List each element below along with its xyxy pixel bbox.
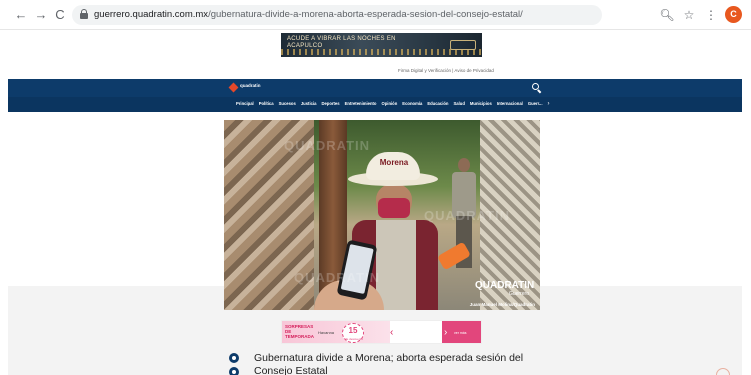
- nav-item-economia[interactable]: Economía: [402, 100, 422, 108]
- nav-item-principal[interactable]: Principal: [236, 100, 254, 108]
- site-header: quadratin: [8, 79, 742, 97]
- discount-label: de descuento: [344, 337, 363, 341]
- nav-item-guerrero[interactable]: Guerr...: [528, 100, 543, 108]
- nav-list: Principal Política Sucesos Justicia Depo…: [236, 100, 550, 108]
- nav-item-entretenimiento[interactable]: Entretenimiento: [345, 100, 377, 108]
- address-bar[interactable]: guerrero.quadratin.com.mx/gubernatura-di…: [72, 5, 602, 25]
- nav-item-educacion[interactable]: Educación: [427, 100, 448, 108]
- ad-logo: [450, 40, 476, 50]
- more-icon[interactable]: ⋮: [702, 6, 720, 24]
- photo-credit: Juan Manuel Molina/Quadratin: [469, 302, 535, 307]
- watermark: QUADRATIN: [294, 270, 381, 285]
- watermark: QUADRATIN: [424, 208, 511, 223]
- nav-item-opinion[interactable]: Opinión: [381, 100, 397, 108]
- watermark: QUADRATIN: [284, 138, 371, 153]
- lock-icon: [80, 9, 88, 19]
- nav-item-justicia[interactable]: Justicia: [301, 100, 317, 108]
- nav-item-salud[interactable]: Salud: [454, 100, 465, 108]
- scroll-top-icon[interactable]: [716, 368, 730, 375]
- face-mask: [378, 198, 410, 218]
- nav-item-internacional[interactable]: Internacional: [497, 100, 523, 108]
- url-text[interactable]: guerrero.quadratin.com.mx/gubernatura-di…: [94, 8, 523, 22]
- nav-item-politica[interactable]: Política: [259, 100, 274, 108]
- nav-item-deportes[interactable]: Deportes: [321, 100, 339, 108]
- profile-avatar[interactable]: C: [725, 6, 742, 23]
- site-topline[interactable]: Firma Digital y Verificación | Aviso de …: [398, 68, 494, 73]
- share-twitter-icon[interactable]: [229, 367, 239, 375]
- browser-toolbar: ← → C guerrero.quadratin.com.mx/gubernat…: [0, 0, 751, 30]
- site-search-icon[interactable]: [532, 83, 542, 94]
- photo-brand-sub: Guerrero: [508, 291, 529, 297]
- hat-text: Morena: [379, 158, 409, 167]
- share-facebook-icon[interactable]: [229, 353, 239, 363]
- nav-more-chevron-icon[interactable]: ›: [548, 100, 550, 108]
- logo-mark-icon: [228, 82, 239, 93]
- top-banner-ad[interactable]: ACUDE A VIBRAR LAS NOCHES EN ACAPULCO: [281, 33, 482, 57]
- logo-text: quadratin: [240, 83, 261, 88]
- photo-brand: QUADRATIN Guerrero: [475, 280, 537, 298]
- url-path: /gubernatura-divide-a-morena-aborta-espe…: [208, 9, 523, 20]
- ad-brand: Havanna: [318, 330, 335, 335]
- forward-button[interactable]: →: [32, 6, 50, 24]
- ad-next-arrow-icon[interactable]: ›: [444, 327, 447, 338]
- photo-brand-title: QUADRATIN: [475, 280, 535, 291]
- article-headline: Gubernatura divide a Morena; aborta espe…: [254, 352, 524, 375]
- top-ad-text: ACUDE A VIBRAR LAS NOCHES EN ACAPULCO: [287, 36, 396, 49]
- star-icon[interactable]: ☆: [680, 6, 698, 24]
- nav-item-sucesos[interactable]: Sucesos: [279, 100, 296, 108]
- ad-prev-arrow-icon[interactable]: ‹: [390, 327, 393, 338]
- url-domain: guerrero.quadratin.com.mx: [94, 9, 209, 20]
- article-hero-image[interactable]: Morena QUADRATIN QUADRATIN QUADRATIN QUA…: [224, 120, 540, 310]
- nav-item-municipios[interactable]: Municipios: [470, 100, 492, 108]
- bottom-banner-ad[interactable]: SORPRESAS DE TEMPORADA Havanna 15 de des…: [281, 320, 482, 344]
- back-button[interactable]: ←: [12, 6, 30, 24]
- search-icon[interactable]: 🔍︎: [658, 6, 676, 24]
- ad-right-label: ver más: [454, 331, 467, 335]
- main-nav: Principal Política Sucesos Justicia Depo…: [8, 97, 742, 112]
- reload-button[interactable]: C: [51, 6, 69, 24]
- site-logo[interactable]: quadratin: [228, 82, 261, 93]
- ad-promo-text: SORPRESAS DE TEMPORADA: [285, 324, 314, 339]
